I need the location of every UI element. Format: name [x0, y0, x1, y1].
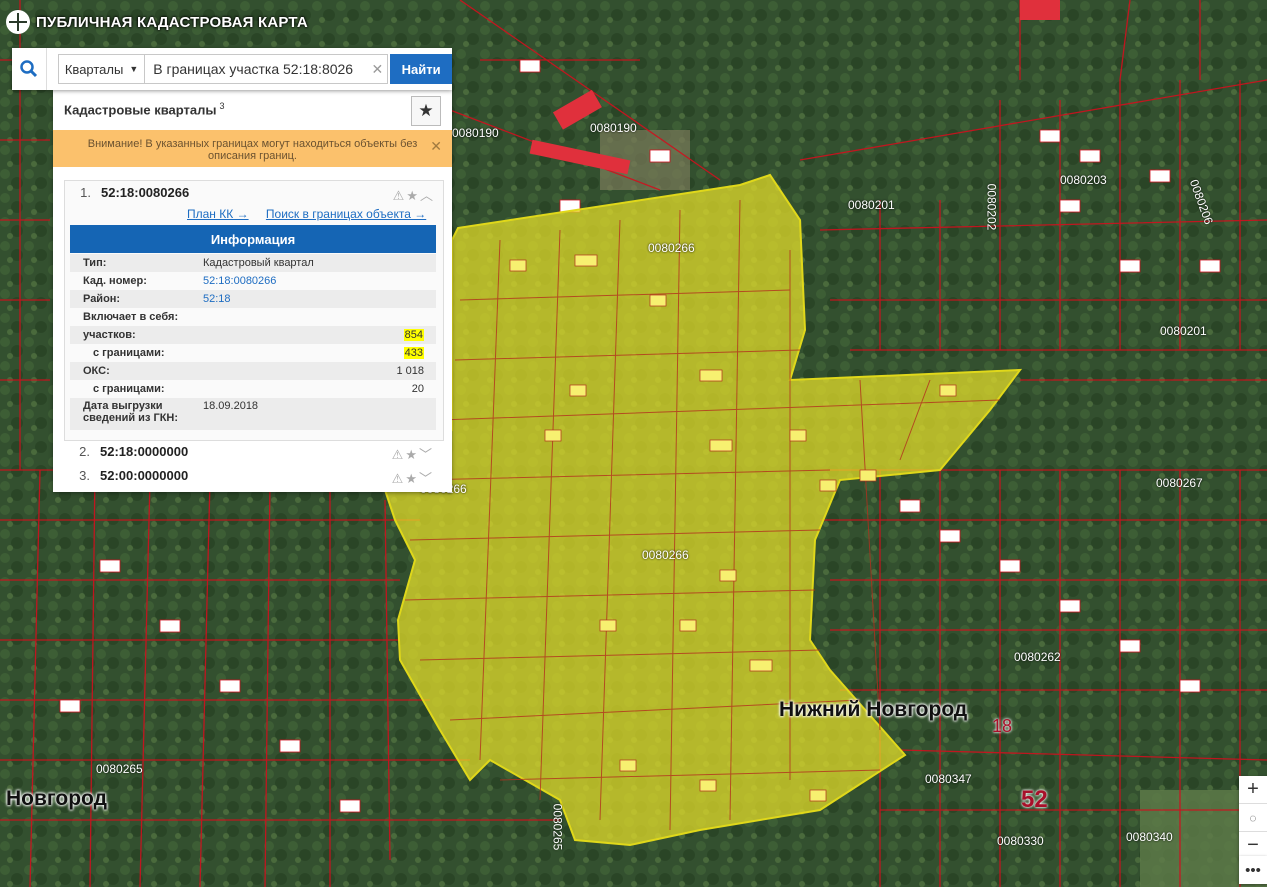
info-value: 20 — [411, 383, 424, 395]
info-row: Тип: Кадастровый квартал — [70, 254, 436, 272]
city-label: Нижний Новгород — [779, 698, 968, 721]
region-code-label: 52 — [1021, 786, 1048, 813]
info-label: ОКС: — [83, 365, 110, 377]
find-button[interactable]: Найти — [390, 54, 452, 84]
quarter-label: 0080201 — [1160, 324, 1207, 338]
city-label-left: Новгород — [6, 787, 107, 810]
result-item-header: 2. 52:18:0000000 — [64, 444, 188, 459]
info-label: Включает в себя: — [83, 311, 179, 323]
result-item[interactable]: 3. 52:00:0000000 ⚠★﹀ — [64, 463, 442, 487]
quarter-label: 0080265 — [550, 803, 565, 851]
item-index: 1. — [80, 185, 91, 200]
info-row: с границами: 433 — [70, 344, 436, 362]
info-label: Район: — [83, 293, 121, 305]
info-value: 854 — [403, 329, 424, 341]
info-label: Тип: — [83, 257, 107, 269]
star-icon[interactable]: ★ — [411, 96, 441, 126]
results-panel: Кадастровые кварталы 3 ★ Внимание! В указ… — [53, 90, 452, 492]
app-header: ПУБЛИЧНАЯ КАДАСТРОВАЯ КАРТА — [0, 0, 308, 44]
info-row: ОКС: 1 018 — [70, 362, 436, 380]
warning-icon: ⚠ — [392, 188, 407, 203]
info-label: Кад. номер: — [83, 275, 147, 287]
results-count: 3 — [219, 101, 225, 111]
info-row: Район: 52:18 — [70, 290, 436, 308]
info-value: 433 — [403, 347, 424, 359]
zoom-control: + ◌ − — [1239, 776, 1267, 859]
plan-link[interactable]: План КК → — [187, 207, 249, 221]
warning-icon: ⚠ — [391, 471, 406, 486]
item-links: План КК → Поиск в границах объекта → — [187, 207, 440, 221]
item-cadastral-number: 52:18:0000000 — [100, 444, 189, 459]
chevron-up-icon[interactable]: ︿ — [420, 188, 435, 203]
info-value: 1 018 — [396, 365, 424, 377]
item-tools: ⚠★﹀ — [392, 468, 434, 487]
district-link[interactable]: 52:18 — [203, 293, 231, 305]
quarter-label: 0080266 — [642, 548, 689, 562]
star-icon[interactable]: ★ — [405, 471, 419, 486]
item-index: 3. — [79, 468, 90, 483]
info-value: 18.09.2018 — [203, 400, 259, 412]
results-header: Кадастровые кварталы 3 ★ — [53, 90, 452, 130]
info-label: участков: — [83, 329, 136, 341]
result-item[interactable]: 2. 52:18:0000000 ⚠★﹀ — [64, 439, 442, 463]
info-table: Тип: Кадастровый квартал Кад. номер: 52:18… — [70, 254, 436, 430]
more-button[interactable]: ••• — [1239, 856, 1267, 884]
results-title: Кадастровые кварталы 3 — [64, 101, 225, 118]
chevron-down-icon[interactable]: ﹀ — [419, 471, 434, 486]
info-row: Дата выгрузки сведений из ГКН: 18.09.2018 — [70, 398, 436, 430]
info-value: Кадастровый квартал — [203, 257, 314, 269]
info-label: Дата выгрузки сведений из ГКН: — [83, 400, 179, 424]
layer-select-value: Кварталы — [64, 61, 124, 77]
zoom-in-button[interactable]: + — [1239, 776, 1267, 804]
search-query: В границах участка 52:18:8026 — [153, 61, 354, 77]
item-index: 2. — [79, 444, 90, 459]
warning-icon: ⚠ — [391, 447, 406, 462]
star-icon[interactable]: ★ — [405, 447, 419, 462]
close-icon[interactable]: ✕ — [430, 139, 442, 153]
quarter-label: 0080262 — [1014, 650, 1061, 664]
warning-banner: Внимание! В указанных границах могут нах… — [53, 130, 452, 167]
search-in-link[interactable]: Поиск в границах объекта → — [266, 207, 426, 221]
warning-text: Внимание! В указанных границах могут нах… — [87, 138, 418, 162]
quarter-label: 0080201 — [848, 198, 895, 212]
item-tools: ⚠★﹀ — [392, 444, 434, 463]
search-bar: Кварталы ▼ В границах участка 52:18:8026… — [12, 48, 452, 90]
quarter-label: 0080190 — [452, 126, 499, 140]
info-row: Включает в себя: — [70, 308, 436, 326]
quarter-label: 0080265 — [96, 762, 143, 776]
item-cadastral-number: 52:18:0080266 — [101, 185, 190, 200]
result-item-header: 1. 52:18:0080266 — [65, 185, 189, 200]
info-row: Кад. номер: 52:18:0080266 — [70, 272, 436, 290]
quarter-label: 0080203 — [1060, 173, 1107, 187]
search-icon[interactable] — [12, 48, 47, 90]
logo-icon[interactable] — [6, 10, 30, 34]
layer-select[interactable]: Кварталы ▼ — [57, 54, 146, 84]
info-label: с границами: — [93, 347, 165, 359]
quarter-label: 0080347 — [925, 772, 972, 786]
result-item-header: 3. 52:00:0000000 — [64, 468, 188, 483]
star-icon[interactable]: ★ — [406, 188, 420, 203]
chevron-down-icon[interactable]: ﹀ — [419, 447, 434, 462]
info-row: участков: 854 — [70, 326, 436, 344]
item-cadastral-number: 52:00:0000000 — [100, 468, 189, 483]
quarter-label: 0080202 — [984, 183, 999, 231]
zoom-out-button[interactable]: − — [1239, 832, 1267, 859]
info-label: с границами: — [93, 383, 165, 395]
quarter-label: 0080266 — [648, 241, 695, 255]
district-code-label: 18 — [992, 716, 1013, 736]
item-tools: ⚠★︿ — [393, 185, 435, 204]
quarter-label: 0080267 — [1156, 476, 1203, 490]
info-row: с границами: 20 — [70, 380, 436, 398]
cadnum-link[interactable]: 52:18:0080266 — [203, 275, 276, 287]
info-header: Информация — [70, 225, 436, 253]
chevron-down-icon: ▼ — [129, 64, 139, 74]
result-item[interactable]: 1. 52:18:0080266 ⚠★︿ План КК → Поиск в г… — [64, 180, 444, 441]
location-icon[interactable]: ◌ — [1239, 804, 1267, 832]
quarter-label: 0080340 — [1126, 830, 1173, 844]
search-input[interactable]: В границах участка 52:18:8026 ✕ — [145, 54, 389, 84]
quarter-label: 0080190 — [590, 121, 637, 135]
clear-icon[interactable]: ✕ — [369, 61, 384, 78]
app-title: ПУБЛИЧНАЯ КАДАСТРОВАЯ КАРТА — [36, 13, 308, 31]
quarter-label: 0080330 — [997, 834, 1044, 848]
